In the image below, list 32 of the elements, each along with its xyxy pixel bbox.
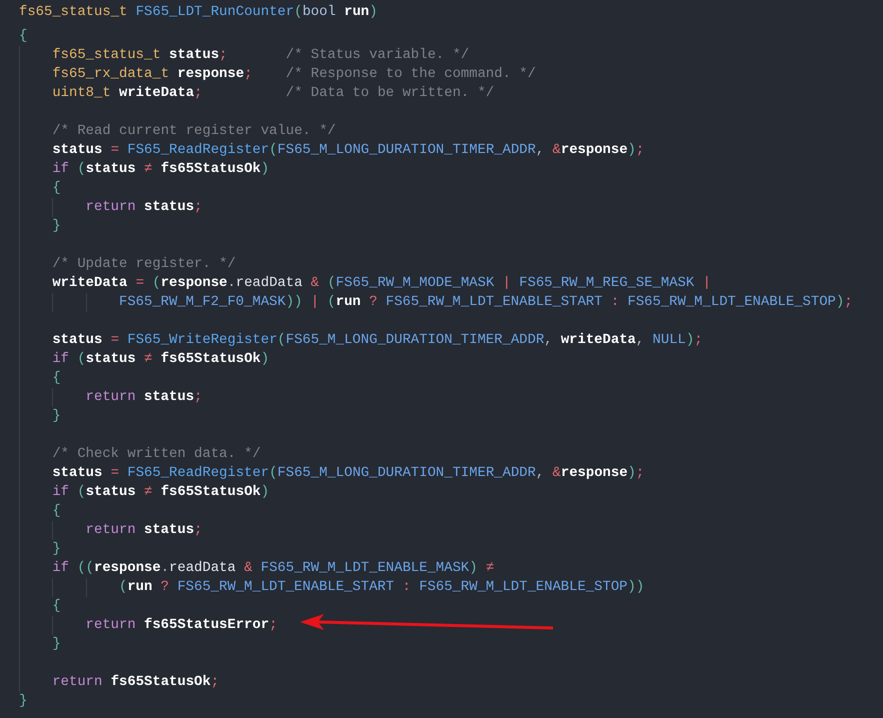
code-line: { — [52, 179, 61, 198]
code-line: status = FS65_ReadRegister(FS65_M_LONG_DURATION_TIMER_ADDR, &response); — [52, 141, 644, 160]
code-line: status = FS65_WriteRegister(FS65_M_LONG_DURATION_TIMER_ADDR, writeData, NULL); — [52, 331, 703, 350]
code-line: FS65_RW_M_F2_F0_MASK)) | (run ? FS65_RW_M_LDT_ENABLE_START : FS65_RW_M_LDT_ENABLE_STOP); — [118, 293, 853, 312]
code-line: { — [19, 27, 28, 46]
code-line: status = FS65_ReadRegister(FS65_M_LONG_DURATION_TIMER_ADDR, &response); — [52, 464, 644, 483]
code-line: { — [52, 502, 61, 521]
code-line: /* Update register. */ — [52, 255, 236, 274]
code-line: if ((response.readData & FS65_RW_M_LDT_ENABLE_MASK) ≠ — [52, 559, 494, 578]
code-line: uint8_t writeData; /* Data to be written. */ — [52, 84, 494, 103]
code-line: /* Read current register value. */ — [52, 122, 336, 141]
code-line: { — [52, 597, 61, 616]
code-line: if (status ≠ fs65StatusOk) — [52, 483, 270, 502]
code-line: return status; — [86, 521, 202, 540]
code-line: if (status ≠ fs65StatusOk) — [52, 160, 270, 179]
code-line: if (status ≠ fs65StatusOk) — [52, 350, 270, 369]
code-line: } — [52, 217, 61, 236]
code-line: } — [52, 635, 61, 654]
code-line: return status; — [86, 388, 202, 407]
code-line: { — [52, 369, 61, 388]
code-line: /* Check written data. */ — [52, 445, 261, 464]
code-line: writeData = (response.readData & (FS65_RW_M_MODE_MASK | FS65_RW_M_REG_SE_MASK | — [52, 274, 711, 293]
code-line: } — [19, 692, 28, 711]
code-line: fs65_rx_data_t response; /* Response to the command. */ — [52, 65, 536, 84]
code-line: fs65_status_t status; /* Status variable. */ — [52, 46, 470, 65]
code-line: (run ? FS65_RW_M_LDT_ENABLE_START : FS65_RW_M_LDT_ENABLE_STOP)) — [118, 578, 644, 597]
code-line: return fs65StatusOk; — [52, 673, 220, 692]
code-line: return fs65StatusError; — [86, 616, 278, 635]
code-line: fs65_status_t FS65_LDT_RunCounter(bool run) — [19, 3, 378, 22]
code-line: } — [52, 407, 61, 426]
code-line: } — [52, 540, 61, 559]
code-line: return status; — [86, 198, 202, 217]
